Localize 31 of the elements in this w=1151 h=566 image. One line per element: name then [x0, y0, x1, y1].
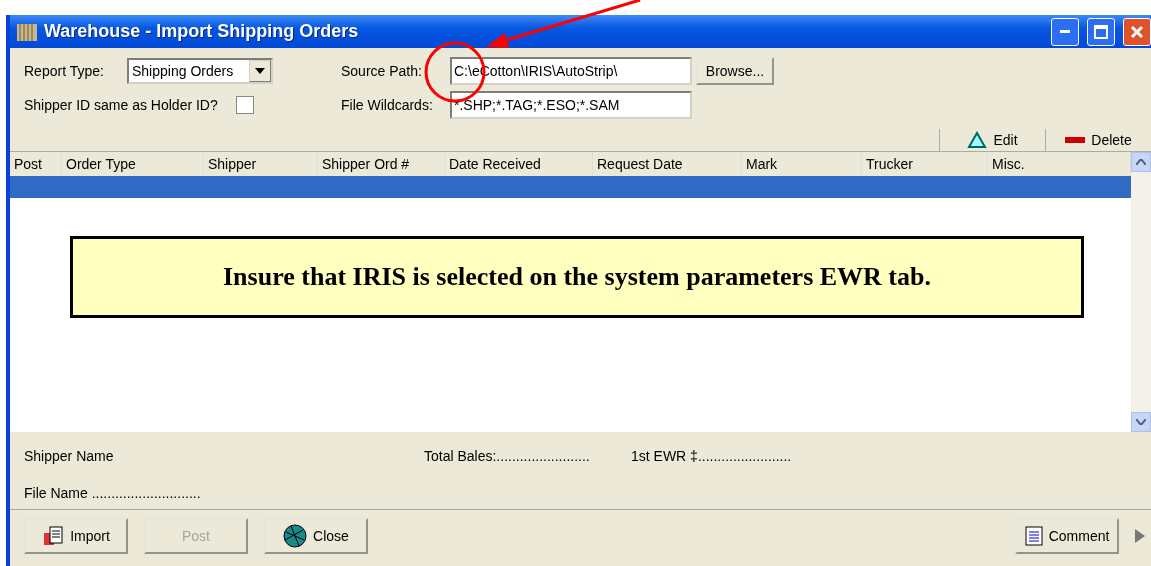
shipper-name-label: Shipper Name	[24, 448, 115, 464]
close-dialog-button[interactable]: Close	[264, 518, 368, 554]
globe-icon	[283, 524, 308, 548]
wildcards-field[interactable]: *.SHP;*.TAG;*.ESO;*.SAM	[450, 91, 692, 119]
maximize-button[interactable]	[1087, 17, 1115, 46]
triangle-icon	[967, 131, 988, 149]
import-button[interactable]: Import	[24, 518, 128, 554]
window-title: Warehouse - Import Shipping Orders	[44, 21, 360, 42]
total-bales-label: Total Bales:........................	[424, 448, 591, 464]
first-ewr-label: 1st EWR ‡........................	[631, 448, 793, 464]
field-label: File Wildcards:	[341, 96, 434, 114]
field-label: Report Type:	[24, 62, 105, 80]
close-button[interactable]	[1123, 17, 1151, 46]
caret-icon	[255, 68, 265, 74]
field-label: Source Path:	[341, 62, 423, 80]
scrollbar[interactable]	[1131, 152, 1151, 432]
browse-button[interactable]: Browse...	[696, 57, 774, 85]
document-icon	[1024, 526, 1043, 546]
maximize-icon	[1094, 24, 1108, 39]
checkbox-label: Shipper ID same as Holder ID?	[24, 96, 218, 114]
document-icon	[42, 525, 65, 547]
file-name-label: File Name ............................	[24, 485, 202, 501]
minus-icon	[1065, 137, 1086, 143]
comment-button[interactable]: Comment	[1015, 518, 1119, 554]
checkbox[interactable]	[235, 96, 254, 114]
callout-note: Insure that IRIS is selected on the system parameters EWR tab.	[70, 236, 1084, 318]
report-type-dropdown[interactable]: Shipping Orders	[127, 58, 273, 84]
minimize-button[interactable]	[1051, 17, 1079, 46]
close-icon	[1130, 24, 1144, 39]
minimize-icon	[1060, 29, 1070, 34]
right-arrow-icon[interactable]	[1135, 529, 1145, 543]
